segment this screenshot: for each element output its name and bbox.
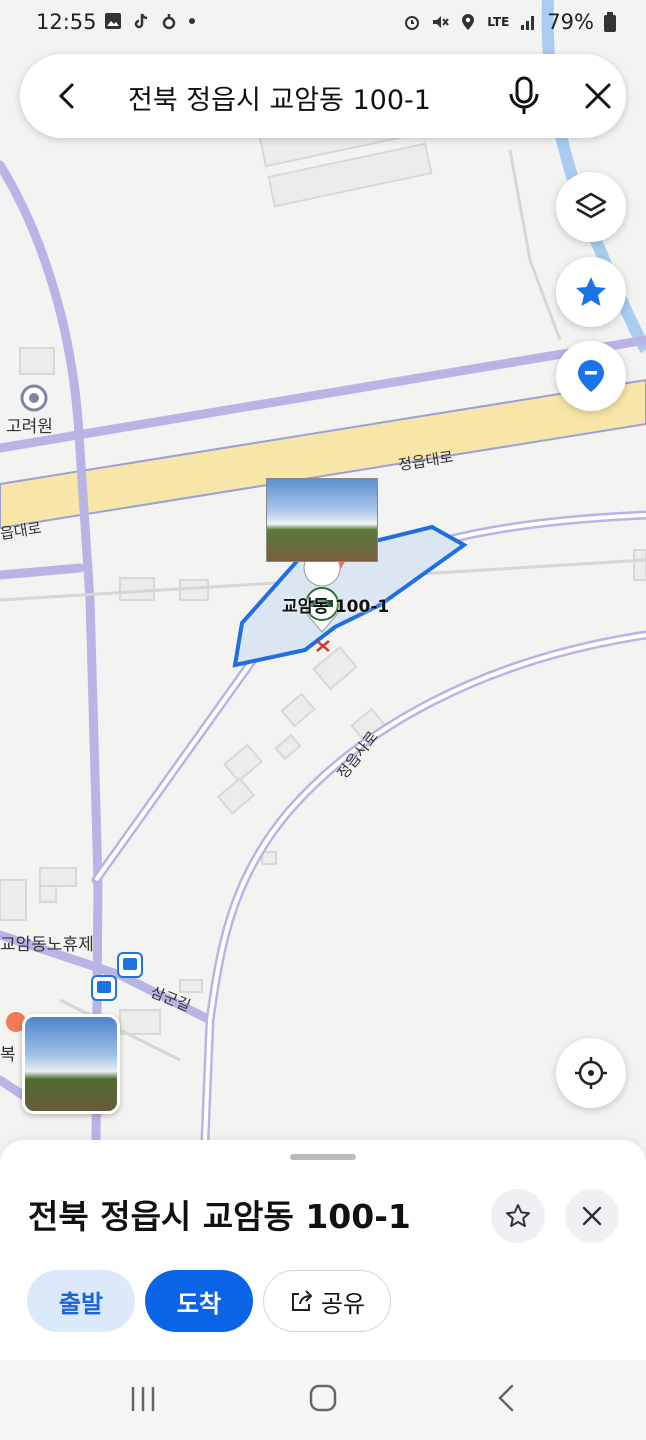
share-label: 공유 (320, 1289, 366, 1318)
bus-stop-icon-2 (91, 975, 117, 1001)
layers-icon (575, 192, 607, 219)
signal-icon (521, 16, 535, 30)
network-type: LTE (487, 15, 510, 29)
system-navigation-bar (0, 1360, 646, 1440)
share-icon (291, 1290, 313, 1311)
close-icon[interactable] (582, 80, 614, 112)
battery-level: 79% (547, 10, 594, 34)
status-bar: 12:55 LTE 79% (0, 0, 646, 44)
search-bar[interactable]: 전북 정읍시 교암동 100-1 (20, 54, 626, 138)
arrival-button[interactable]: 도착 (145, 1270, 253, 1332)
parcel-label: 교암동 100-1 (282, 597, 390, 617)
back-arrow-icon[interactable] (52, 80, 84, 112)
location-icon (462, 14, 475, 30)
close-icon (582, 1206, 602, 1226)
place-info-sheet: 전북 정읍시 교암동 100-1 출발 도착 공유 (0, 1140, 646, 1360)
alarm-icon (405, 16, 420, 30)
map-label-goryeowon[interactable]: 고려원 (6, 412, 53, 437)
star-outline-icon (506, 1204, 530, 1227)
current-location-button[interactable] (556, 1038, 626, 1108)
save-favorite-button[interactable] (491, 1189, 545, 1243)
map-label-place-2[interactable]: 복 (0, 1040, 16, 1065)
mute-icon (433, 16, 450, 28)
gallery-icon (105, 13, 121, 29)
search-query-text[interactable]: 전북 정읍시 교암동 100-1 (128, 78, 431, 117)
street-view-thumbnail[interactable] (22, 1014, 120, 1114)
microphone-icon[interactable] (506, 76, 542, 116)
departure-button[interactable]: 출발 (27, 1270, 135, 1332)
back-icon[interactable] (494, 1383, 518, 1413)
favorites-button[interactable] (556, 257, 626, 327)
battery-icon (604, 12, 616, 32)
star-icon (576, 277, 606, 306)
street-view-photo-popup[interactable] (266, 478, 378, 562)
tiktok-icon (134, 13, 148, 29)
pin-minus-icon (578, 360, 604, 392)
layers-button[interactable] (556, 172, 626, 242)
close-sheet-button[interactable] (565, 1189, 619, 1243)
app-icon (162, 14, 176, 30)
map-canvas[interactable] (0, 0, 646, 1140)
home-icon[interactable] (308, 1383, 338, 1413)
bus-stop-icon (117, 952, 143, 978)
status-time: 12:55 (36, 10, 97, 34)
crosshair-icon (575, 1057, 607, 1089)
share-button[interactable]: 공유 (263, 1270, 391, 1332)
dot-icon (189, 18, 195, 24)
place-title: 전북 정읍시 교암동 100-1 (28, 1197, 411, 1236)
recent-apps-icon[interactable] (128, 1385, 158, 1413)
my-places-button[interactable] (556, 341, 626, 411)
drag-handle[interactable] (290, 1154, 356, 1160)
map-label-place[interactable]: 교암동노휴제 (0, 930, 94, 955)
